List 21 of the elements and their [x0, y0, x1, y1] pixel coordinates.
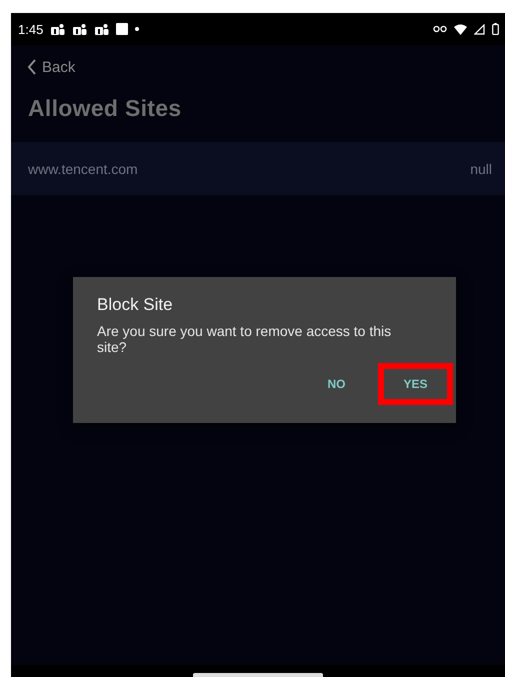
dialog-button[interactable]: YES: [378, 363, 453, 405]
team-icon: [72, 22, 88, 36]
home-indicator[interactable]: [193, 673, 323, 677]
page-title: Allowed Sites: [28, 95, 182, 122]
square-icon: [116, 23, 128, 35]
team-icon: [50, 22, 66, 36]
dot-icon: [135, 27, 140, 31]
dialog-title: Block Site: [97, 295, 174, 315]
dialog-message: Are you sure you want to remove access to this site?: [97, 323, 392, 355]
site-row[interactable]: www.tencent.com null: [11, 142, 505, 195]
battery-icon: [492, 23, 499, 35]
back-link[interactable]: Back: [27, 57, 76, 77]
signal-icon: [474, 24, 485, 34]
site-url: www.tencent.com: [28, 160, 138, 176]
key-icon: [433, 25, 447, 33]
dialog-button[interactable]: NO: [299, 363, 374, 405]
wifi-icon: [454, 24, 467, 34]
chevron-left-icon: [27, 59, 37, 75]
status-time: 1:45: [18, 22, 44, 36]
site-value: null: [470, 160, 492, 176]
team-icon: [94, 22, 110, 36]
